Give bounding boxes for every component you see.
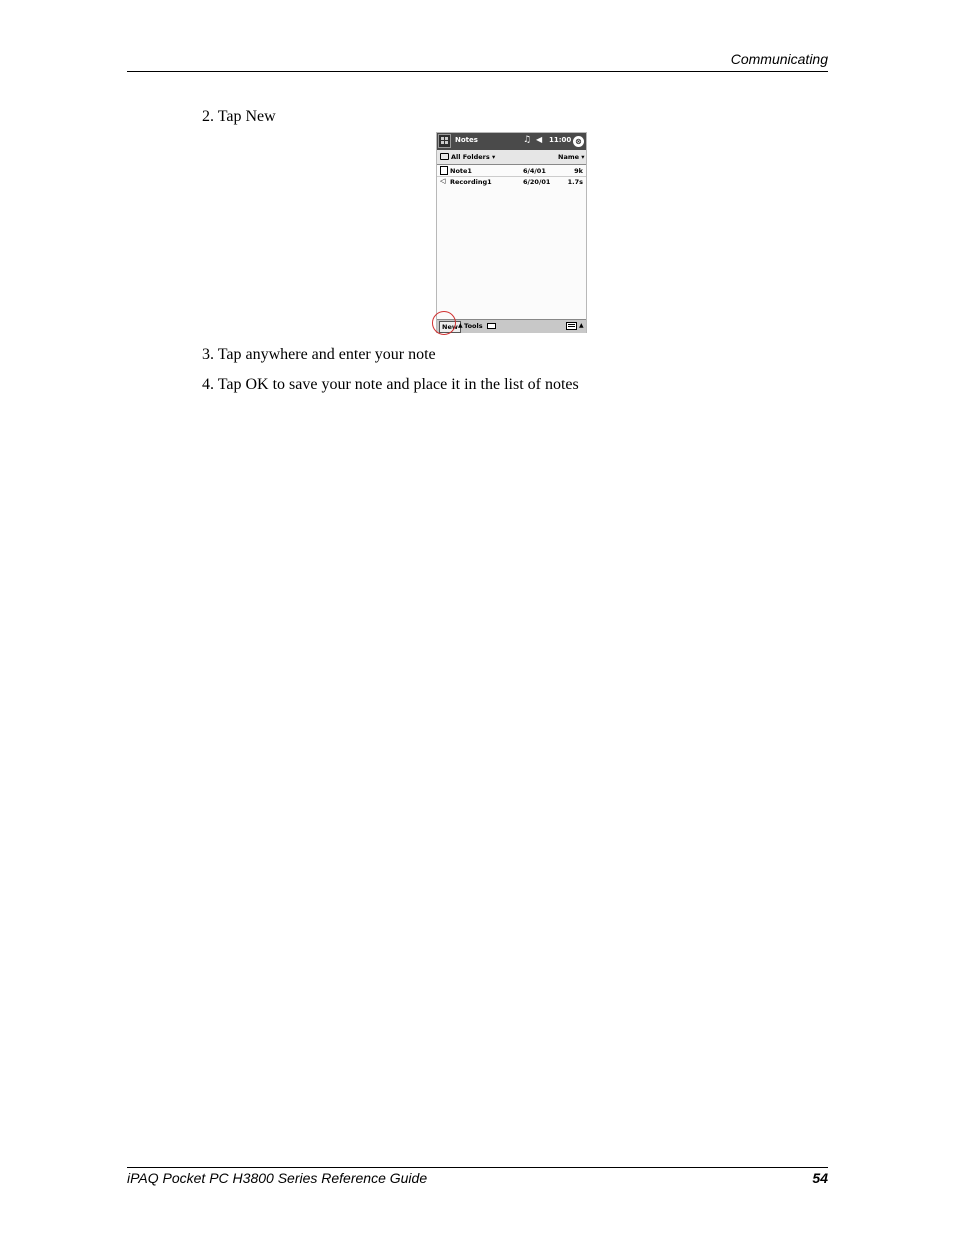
menu-bar: New ▲ Tools ▲ bbox=[437, 319, 586, 333]
step-number: 2. bbox=[202, 108, 214, 125]
step-text: Tap OK to save your note and place it in… bbox=[217, 376, 579, 393]
file-name: Recording1 bbox=[450, 178, 492, 186]
pocket-pc-screenshot: Notes ♫ ◀ 11:00 ⊗ All Folders ▾ Name ▾ N… bbox=[436, 132, 587, 333]
start-menu-icon[interactable] bbox=[438, 134, 451, 148]
step-4: 4. Tap OK to save your note and place it… bbox=[202, 376, 579, 394]
close-icon[interactable]: ⊗ bbox=[573, 136, 584, 147]
footer-title: iPAQ Pocket PC H3800 Series Reference Gu… bbox=[127, 1170, 428, 1186]
folder-icon bbox=[440, 153, 449, 160]
footer-rule bbox=[127, 1167, 828, 1168]
step-3: 3. Tap anywhere and enter your note bbox=[202, 346, 436, 364]
step-2: 2. Tap New bbox=[202, 108, 276, 126]
file-name: Note1 bbox=[450, 167, 472, 175]
step-text: Tap New bbox=[217, 108, 276, 125]
clock[interactable]: 11:00 bbox=[549, 136, 571, 144]
list-item[interactable]: ◁ Recording1 6/20/01 1.7s bbox=[437, 176, 586, 187]
document-icon bbox=[440, 166, 448, 175]
step-text: Tap anywhere and enter your note bbox=[217, 346, 436, 363]
file-date: 6/20/01 bbox=[523, 178, 551, 186]
title-bar: Notes ♫ ◀ 11:00 ⊗ bbox=[437, 133, 586, 150]
keyboard-small-icon[interactable] bbox=[487, 323, 496, 329]
page-header-title: Communicating bbox=[730, 51, 828, 67]
file-size: 9k bbox=[574, 167, 583, 175]
sort-dropdown[interactable]: Name ▾ bbox=[558, 153, 585, 161]
header-rule bbox=[127, 71, 828, 72]
speaker-icon: ◁ bbox=[440, 177, 446, 185]
step-number: 3. bbox=[202, 346, 214, 363]
app-title: Notes bbox=[455, 136, 478, 144]
file-date: 6/4/01 bbox=[523, 167, 546, 175]
page-number: 54 bbox=[812, 1170, 828, 1186]
folder-filter-dropdown[interactable]: All Folders ▾ bbox=[451, 153, 495, 161]
keyboard-icon[interactable] bbox=[566, 322, 577, 330]
tools-menu[interactable]: Tools bbox=[464, 322, 483, 330]
folder-toolbar: All Folders ▾ Name ▾ bbox=[437, 150, 586, 165]
tap-highlight-circle bbox=[432, 311, 456, 335]
chevron-up-icon[interactable]: ▲ bbox=[458, 322, 463, 329]
file-size: 1.7s bbox=[567, 178, 583, 186]
input-chevron-up-icon[interactable]: ▲ bbox=[579, 322, 584, 329]
volume-icon[interactable]: ◀ bbox=[536, 135, 542, 144]
music-icon: ♫ bbox=[523, 135, 532, 145]
step-number: 4. bbox=[202, 376, 214, 393]
